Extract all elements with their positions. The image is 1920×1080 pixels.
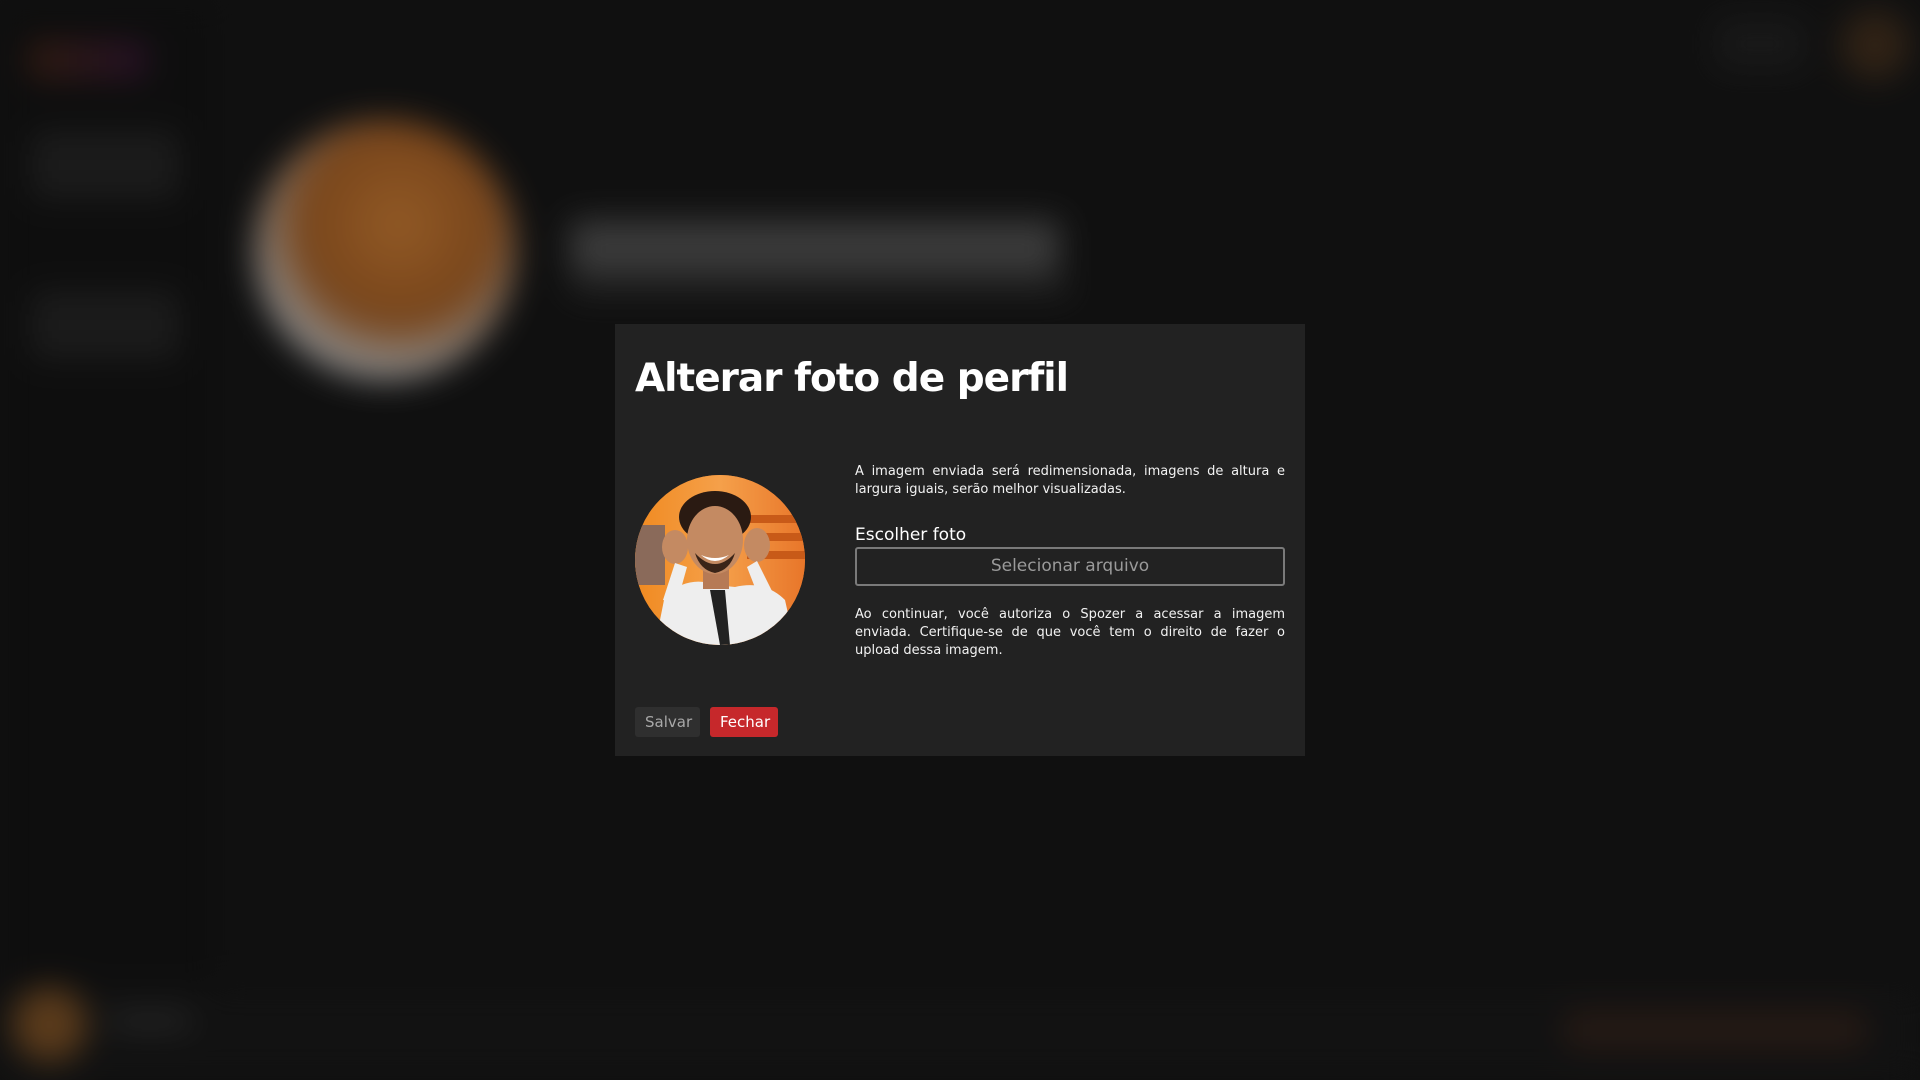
choose-photo-label: Escolher foto: [855, 525, 967, 545]
close-button[interactable]: Fechar: [710, 707, 778, 737]
avatar-preview: [635, 475, 805, 645]
resize-info-text: A imagem enviada será redimensionada, im…: [855, 464, 1285, 497]
save-button[interactable]: Salvar: [635, 707, 700, 737]
modal-title: Alterar foto de perfil: [635, 356, 1069, 401]
change-photo-modal: Alterar foto de perfil A imagem enviada …: [615, 324, 1305, 756]
upload-form: A imagem enviada será redimensionada, im…: [855, 463, 1285, 660]
select-file-button[interactable]: Selecionar arquivo: [855, 547, 1285, 586]
profile-photo-icon: [635, 475, 805, 645]
consent-text: Ao continuar, você autoriza o Spozer a a…: [855, 607, 1285, 658]
